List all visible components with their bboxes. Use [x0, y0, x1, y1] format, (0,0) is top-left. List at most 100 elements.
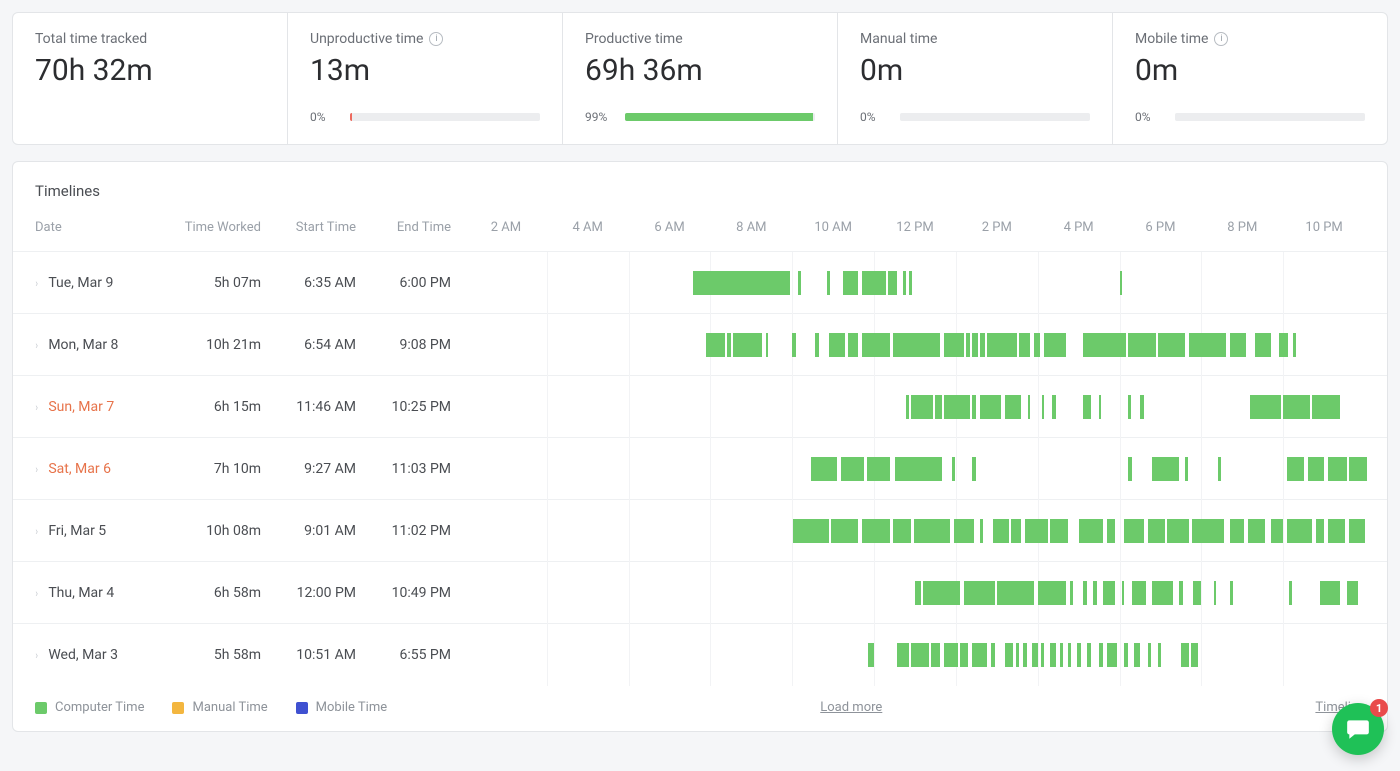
- timeline-segment[interactable]: [1271, 519, 1283, 543]
- timeline-row[interactable]: ›Sat, Mar 67h 10m9:27 AM11:03 PM: [13, 438, 1387, 500]
- timeline-segment[interactable]: [1328, 457, 1346, 481]
- timeline-segment[interactable]: [1034, 333, 1040, 357]
- timeline-segment[interactable]: [1191, 643, 1198, 667]
- timeline-segment[interactable]: [827, 271, 830, 295]
- timeline-segment[interactable]: [1070, 581, 1072, 605]
- timeline-segment[interactable]: [1347, 581, 1358, 605]
- timeline-segment[interactable]: [1016, 643, 1019, 667]
- timeline-segment[interactable]: [1218, 457, 1221, 481]
- timeline-segment[interactable]: [1107, 643, 1117, 667]
- timeline-segment[interactable]: [952, 457, 955, 481]
- timeline-segment[interactable]: [1077, 643, 1081, 667]
- timeline-segment[interactable]: [1140, 395, 1144, 419]
- timeline-segment[interactable]: [831, 519, 858, 543]
- timeline-segment[interactable]: [1328, 519, 1344, 543]
- timeline-segment[interactable]: [1068, 643, 1070, 667]
- timeline-segment[interactable]: [1011, 519, 1021, 543]
- timeline-segment[interactable]: [1032, 643, 1038, 667]
- timeline-segment[interactable]: [1312, 395, 1341, 419]
- timeline-segment[interactable]: [1042, 395, 1044, 419]
- timeline-segment[interactable]: [848, 333, 858, 357]
- timeline-segment[interactable]: [1320, 581, 1340, 605]
- timeline-segment[interactable]: [1124, 519, 1144, 543]
- timeline-segment[interactable]: [1028, 395, 1030, 419]
- timeline-segment[interactable]: [980, 333, 984, 357]
- timeline-segment[interactable]: [1128, 457, 1132, 481]
- timeline-row[interactable]: ›Fri, Mar 510h 08m9:01 AM11:02 PM: [13, 500, 1387, 562]
- timeline-segment[interactable]: [1230, 519, 1244, 543]
- info-icon[interactable]: i: [1214, 32, 1228, 46]
- timeline-segment[interactable]: [1179, 581, 1183, 605]
- timeline-segment[interactable]: [893, 333, 940, 357]
- timeline-segment[interactable]: [1158, 643, 1160, 667]
- timeline-segment[interactable]: [1103, 581, 1115, 605]
- timeline-segment[interactable]: [1152, 457, 1179, 481]
- timeline-segment[interactable]: [1279, 333, 1288, 357]
- timeline-segment[interactable]: [972, 643, 986, 667]
- timeline-row[interactable]: ›Tue, Mar 95h 07m6:35 AM6:00 PM: [13, 252, 1387, 314]
- timeline-segment[interactable]: [1158, 333, 1185, 357]
- timeline-segment[interactable]: [1316, 519, 1324, 543]
- timeline-segment[interactable]: [911, 395, 934, 419]
- timeline-segment[interactable]: [1185, 457, 1188, 481]
- timeline-segment[interactable]: [798, 271, 800, 295]
- timeline-segment[interactable]: [966, 333, 970, 357]
- timeline-segment[interactable]: [1349, 519, 1365, 543]
- timeline-segment[interactable]: [1041, 643, 1044, 667]
- timeline-segment[interactable]: [867, 457, 891, 481]
- timeline-segment[interactable]: [972, 395, 976, 419]
- timeline-segment[interactable]: [1005, 643, 1013, 667]
- row-date-cell[interactable]: ›Wed, Mar 3: [35, 647, 180, 663]
- timeline-segment[interactable]: [1148, 643, 1151, 667]
- timeline-segment[interactable]: [792, 333, 795, 357]
- row-date-cell[interactable]: ›Sat, Mar 6: [35, 461, 180, 477]
- timeline-segment[interactable]: [766, 333, 768, 357]
- timeline-segment[interactable]: [954, 519, 974, 543]
- timeline-segment[interactable]: [1148, 519, 1164, 543]
- timeline-segment[interactable]: [1060, 643, 1063, 667]
- timeline-segment[interactable]: [811, 457, 838, 481]
- timeline-segment[interactable]: [915, 581, 921, 605]
- timeline-segment[interactable]: [1128, 333, 1157, 357]
- timeline-segment[interactable]: [841, 457, 864, 481]
- timeline-segment[interactable]: [1181, 643, 1189, 667]
- timeline-segment[interactable]: [914, 519, 950, 543]
- row-date-cell[interactable]: ›Tue, Mar 9: [35, 275, 180, 291]
- timeline-segment[interactable]: [1079, 519, 1104, 543]
- timeline-segment[interactable]: [1099, 395, 1101, 419]
- row-date-cell[interactable]: ›Thu, Mar 4: [35, 585, 180, 601]
- timeline-segment[interactable]: [1087, 643, 1091, 667]
- timeline-segment[interactable]: [862, 333, 891, 357]
- timeline-segment[interactable]: [868, 643, 874, 667]
- timeline-segment[interactable]: [993, 519, 1009, 543]
- timeline-segment[interactable]: [944, 395, 971, 419]
- timeline-segment[interactable]: [1255, 333, 1271, 357]
- timeline-segment[interactable]: [1099, 643, 1103, 667]
- timeline-segment[interactable]: [1083, 395, 1091, 419]
- timeline-segment[interactable]: [911, 643, 929, 667]
- timeline-segment[interactable]: [862, 271, 887, 295]
- timeline-segment[interactable]: [1019, 333, 1029, 357]
- row-date-cell[interactable]: ›Mon, Mar 8: [35, 337, 180, 353]
- timeline-segment[interactable]: [1083, 581, 1087, 605]
- timeline-segment[interactable]: [693, 271, 790, 295]
- timeline-segment[interactable]: [1287, 519, 1312, 543]
- timeline-segment[interactable]: [944, 643, 958, 667]
- timeline-segment[interactable]: [972, 333, 978, 357]
- row-date-cell[interactable]: ›Fri, Mar 5: [35, 523, 180, 539]
- load-more-link[interactable]: Load more: [820, 700, 882, 715]
- timeline-segment[interactable]: [1023, 643, 1027, 667]
- timeline-segment[interactable]: [1283, 395, 1310, 419]
- timeline-segment[interactable]: [895, 457, 942, 481]
- timeline-segment[interactable]: [1287, 457, 1303, 481]
- timeline-segment[interactable]: [1122, 581, 1125, 605]
- timeline-segment[interactable]: [1025, 519, 1048, 543]
- timeline-segment[interactable]: [1293, 333, 1295, 357]
- timeline-segment[interactable]: [923, 581, 960, 605]
- timeline-segment[interactable]: [1005, 395, 1021, 419]
- timeline-segment[interactable]: [727, 333, 731, 357]
- timeline-segment[interactable]: [1230, 333, 1246, 357]
- timeline-segment[interactable]: [1134, 643, 1140, 667]
- timeline-segment[interactable]: [793, 519, 829, 543]
- timeline-segment[interactable]: [1044, 333, 1067, 357]
